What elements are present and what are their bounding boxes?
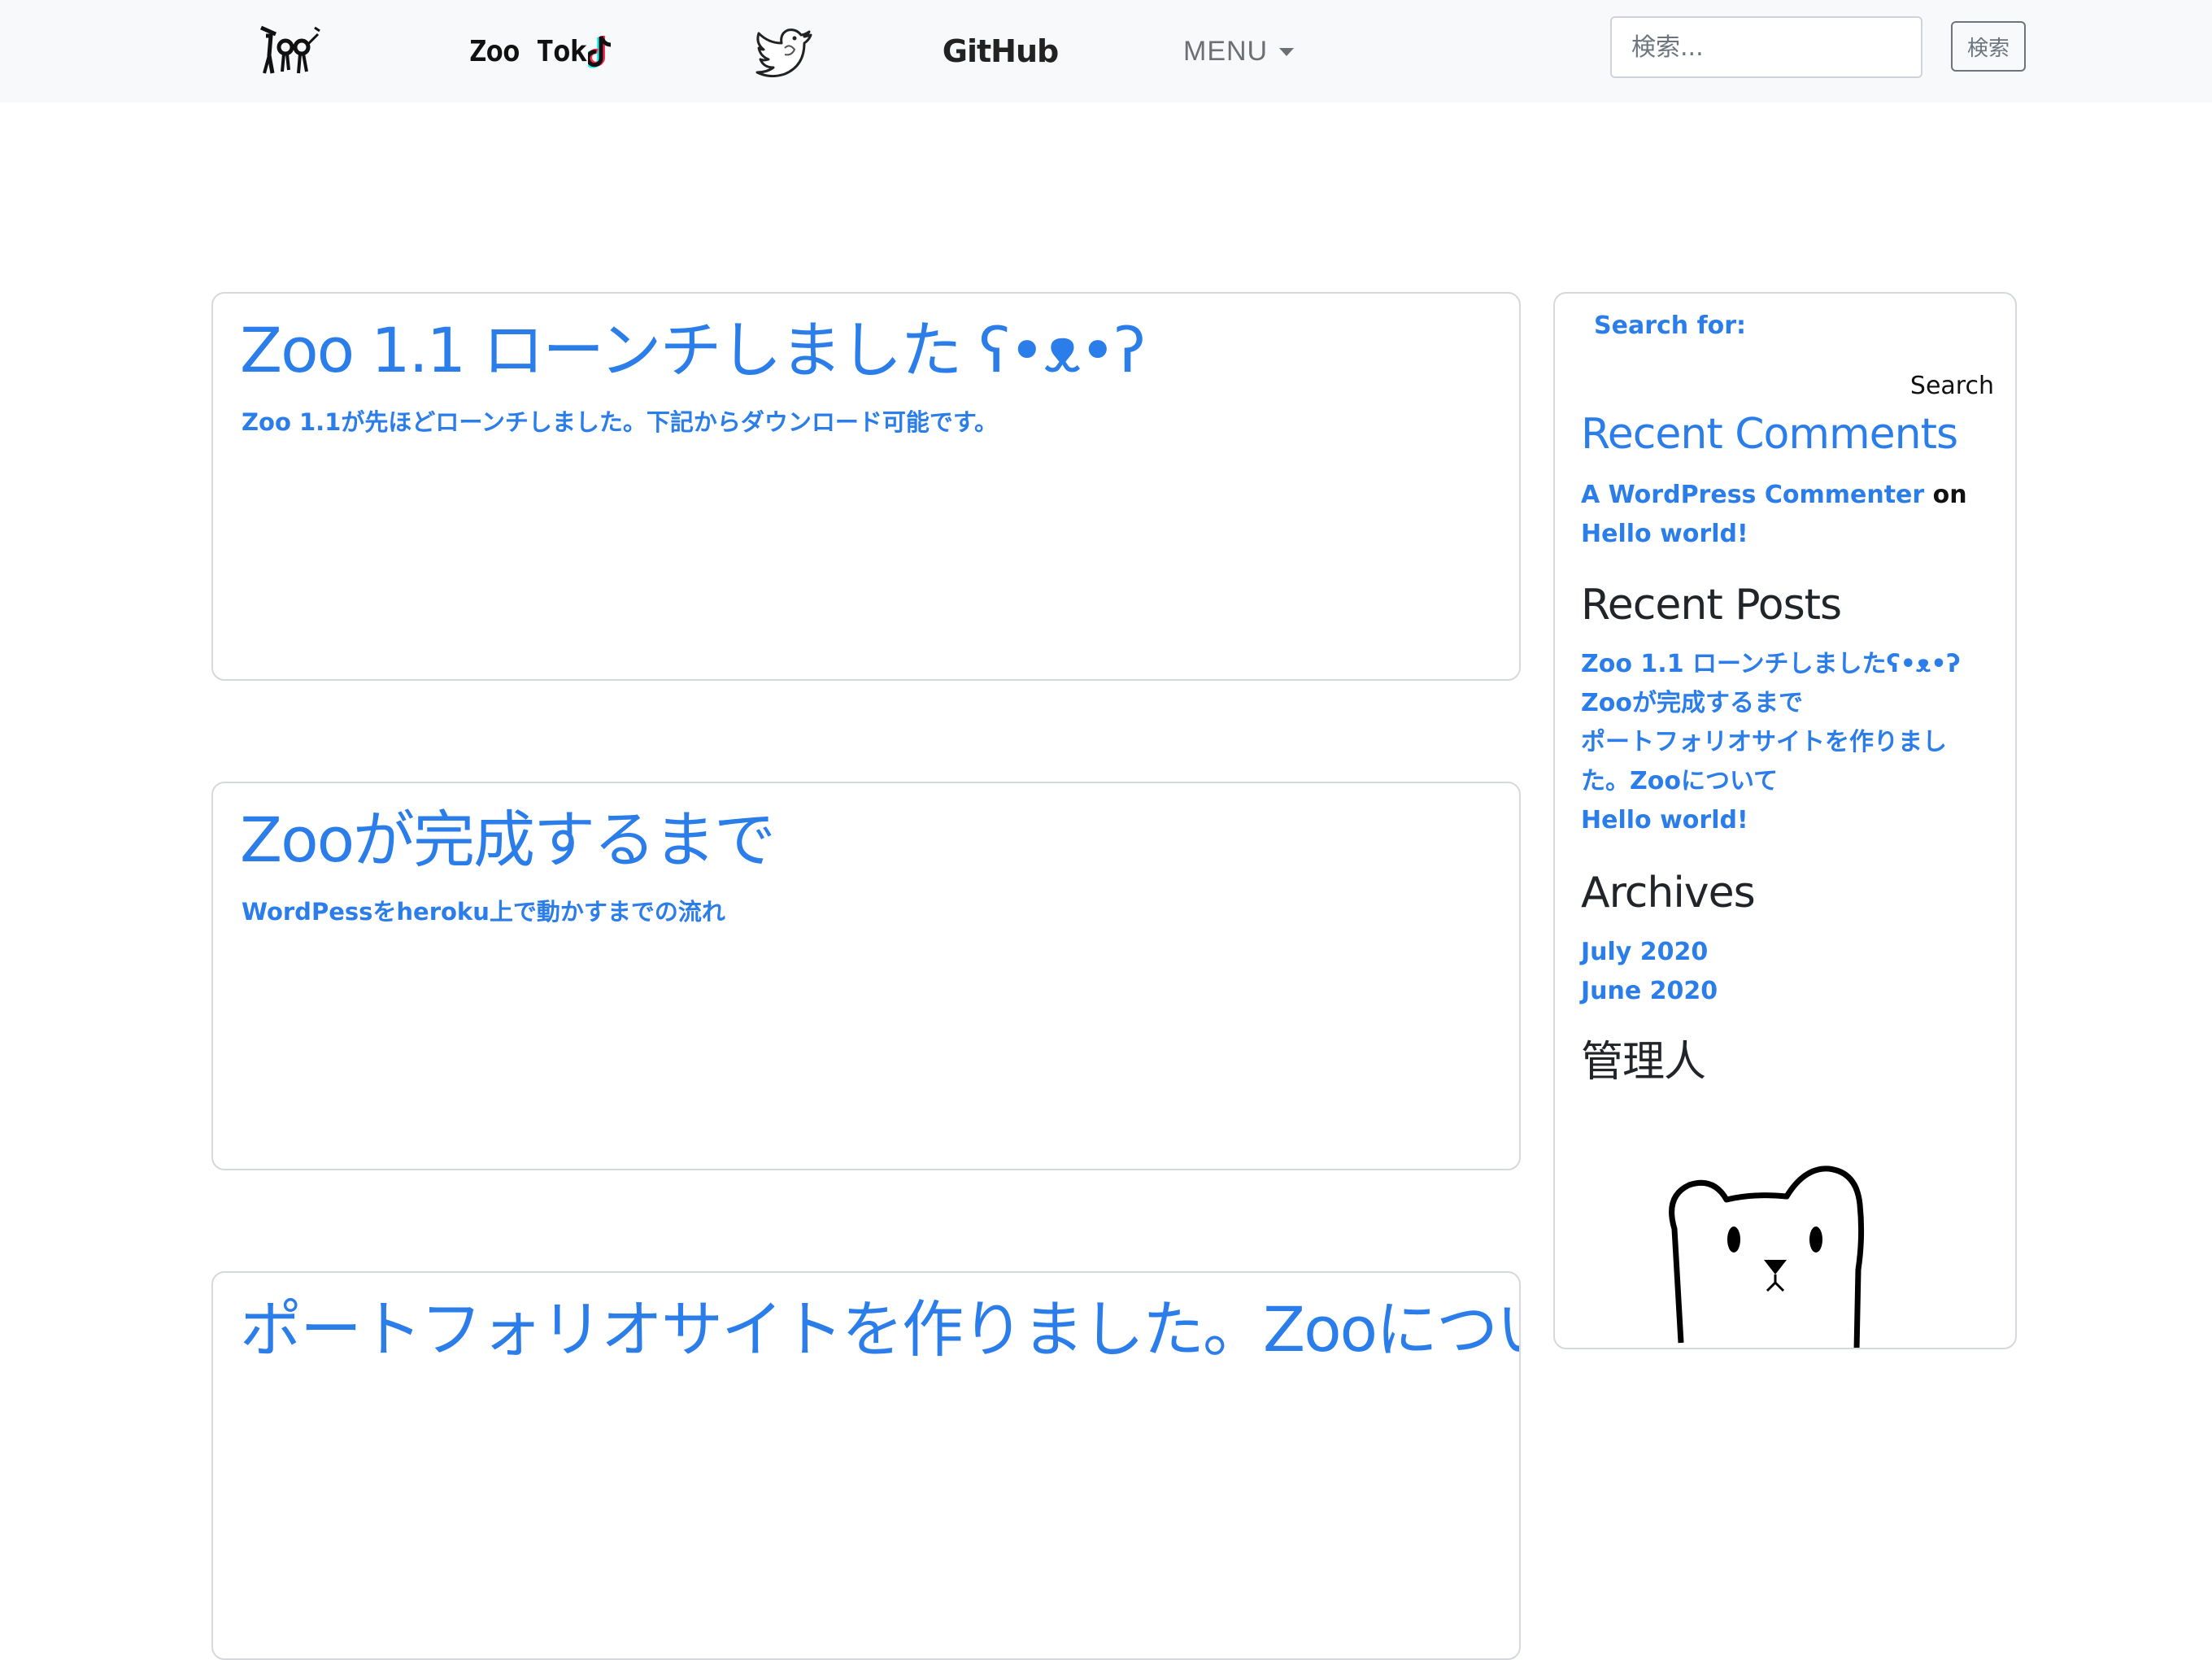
caret-down-icon — [1279, 48, 1295, 56]
recent-post-link[interactable]: Zoo 1.1 ローンチしましたʕ•ᴥ•ʔ — [1581, 645, 1961, 684]
nav-search-button[interactable]: 検索 — [1951, 21, 2026, 72]
github-link[interactable]: GitHub — [942, 0, 1059, 102]
sidebar-search-button[interactable]: Search — [1896, 367, 1994, 404]
twitter-bird-icon — [755, 28, 812, 77]
recent-post-link[interactable]: ポートフォリオサイトを作りまし — [1581, 723, 1947, 762]
post-card: ポートフォリオサイトを作りました。Zooについて — [211, 1271, 1521, 1660]
menu-dropdown-toggle[interactable]: MENU — [1183, 0, 1295, 102]
post-title-link[interactable]: Zooが完成するまで — [240, 800, 776, 881]
bear-avatar-icon — [1669, 1165, 1865, 1348]
post-card: Zoo 1.1 ローンチしました ʕ•ᴥ•ʔ Zoo 1.1が先ほどローンチしま… — [211, 292, 1521, 681]
comment-post-link[interactable]: Hello world! — [1581, 515, 1748, 554]
recent-post-link[interactable]: Hello world! — [1581, 801, 1748, 840]
twitter-link[interactable] — [747, 0, 820, 102]
recent-comment-item: A WordPress Commenter on — [1581, 476, 1967, 515]
zootok-label: Zoo Tok — [468, 34, 588, 68]
post-title-link[interactable]: Zoo 1.1 ローンチしました ʕ•ᴥ•ʔ — [240, 310, 1146, 391]
admin-heading: 管理人 — [1581, 1038, 1706, 1087]
zoo-logo-link[interactable] — [248, 0, 329, 102]
archive-link[interactable]: June 2020 — [1581, 972, 1718, 1011]
recent-comments-heading: Recent Comments — [1581, 410, 1958, 459]
post-title-link[interactable]: ポートフォリオサイトを作りました。Zooについて — [240, 1289, 1519, 1370]
archive-link[interactable]: July 2020 — [1581, 933, 1708, 972]
post-excerpt[interactable]: WordPessをheroku上で動かすまでの流れ — [242, 893, 725, 927]
github-label: GitHub — [942, 33, 1059, 69]
comment-author-link[interactable]: A WordPress Commenter — [1581, 481, 1924, 509]
zootok-link[interactable]: Zoo Tok — [464, 0, 618, 102]
post-card: Zooが完成するまで WordPessをheroku上で動かすまでの流れ — [211, 782, 1521, 1170]
menu-label: MENU — [1183, 35, 1269, 67]
comment-on-text: on — [1932, 481, 1967, 509]
sidebar-search-label: Search for: — [1594, 312, 1747, 340]
sidebar: Search for: Search Recent Comments A Wor… — [1553, 292, 2017, 1349]
top-navbar: Zoo Tok GitHub MENU 検索 — [0, 0, 2212, 102]
tiktok-note-icon — [588, 35, 612, 68]
recent-post-link[interactable]: た。Zooについて — [1581, 762, 1778, 801]
zoo-logo-icon — [259, 25, 320, 74]
recent-posts-heading: Recent Posts — [1581, 581, 1842, 630]
recent-post-link[interactable]: Zooが完成するまで — [1581, 684, 1803, 723]
post-excerpt[interactable]: Zoo 1.1が先ほどローンチしました。下記からダウンロード可能です。 — [242, 403, 998, 438]
archives-heading: Archives — [1581, 869, 1756, 917]
nav-search-input[interactable] — [1610, 16, 1922, 78]
